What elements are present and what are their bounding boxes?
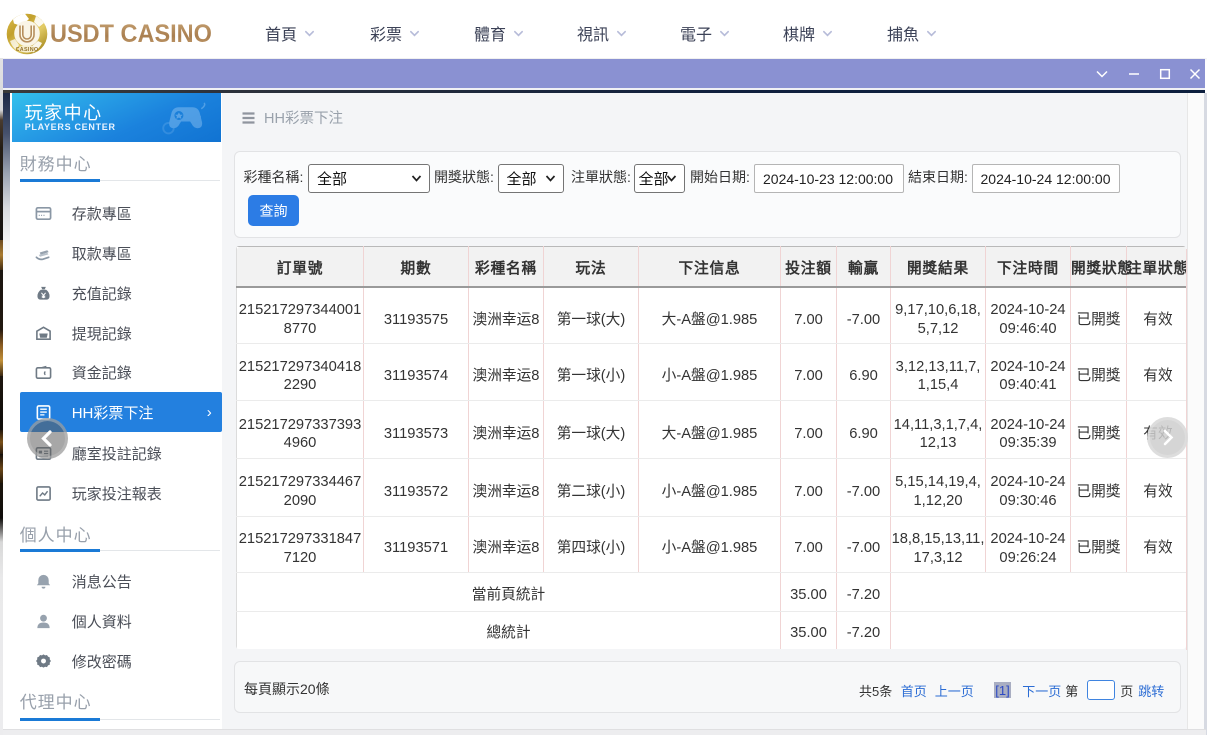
svg-text:CASINO: CASINO [16, 47, 39, 53]
